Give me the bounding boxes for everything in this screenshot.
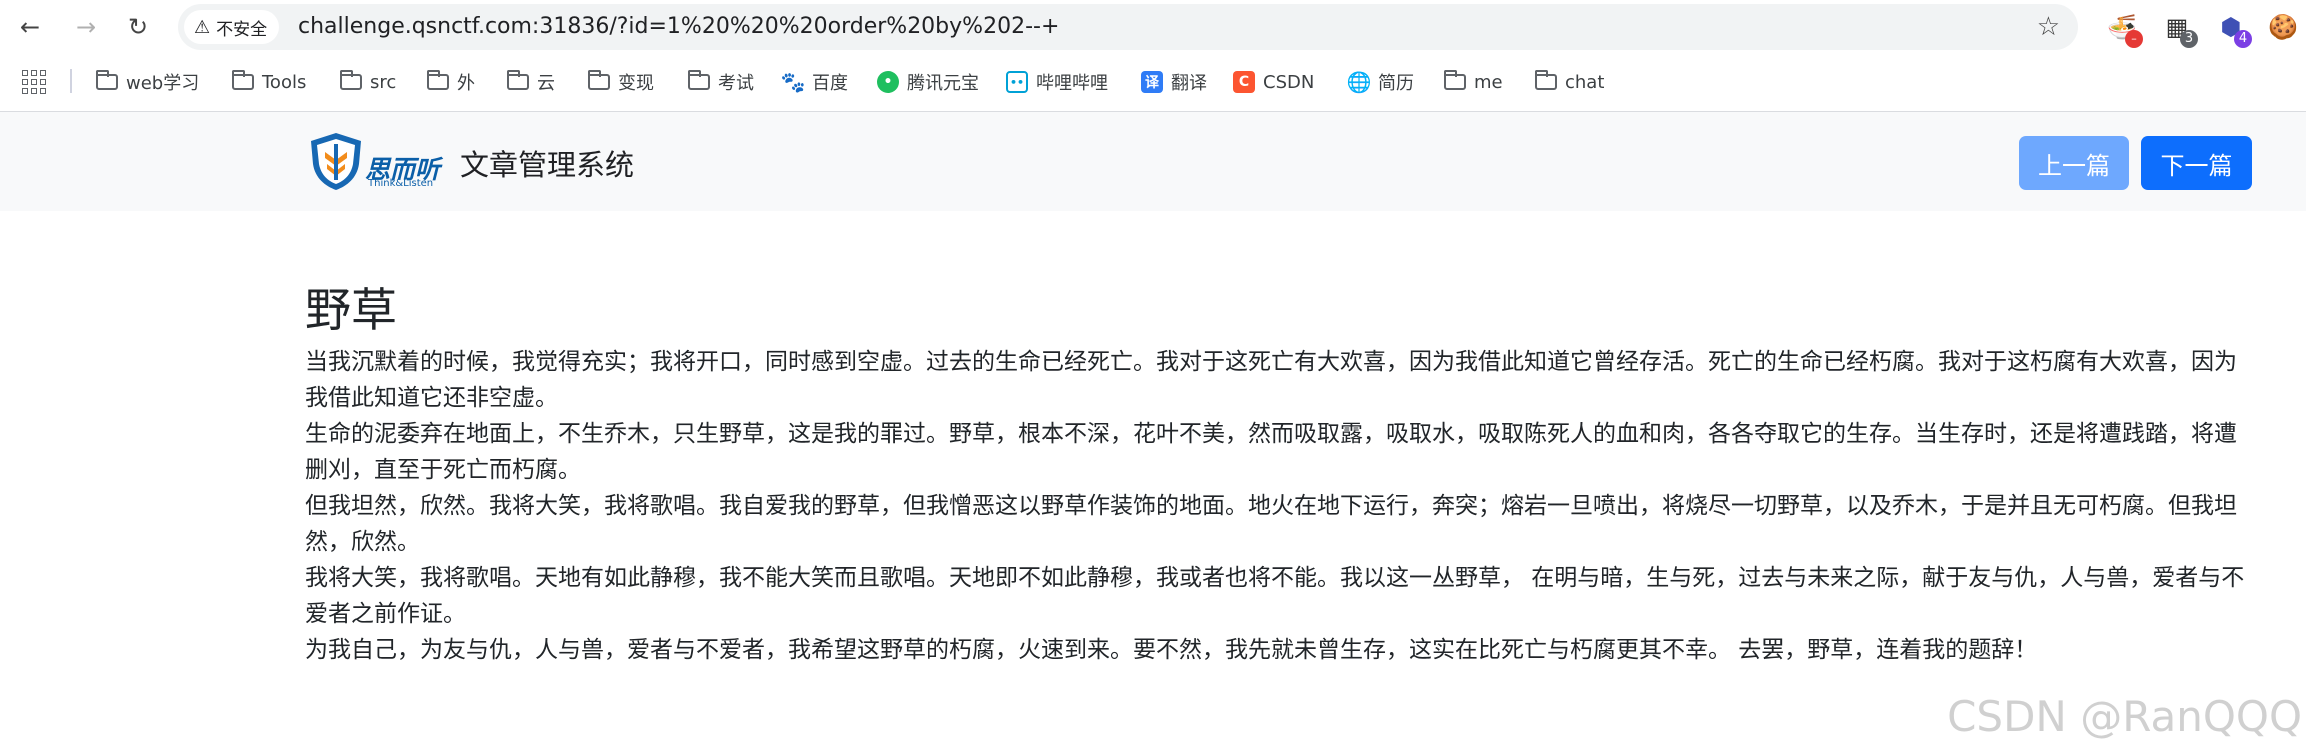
folder-icon bbox=[96, 70, 118, 90]
folder-icon bbox=[507, 70, 529, 90]
article-title: 野草 bbox=[305, 283, 397, 337]
url-text[interactable]: challenge.qsnctf.com:31836/?id=1%20%20%2… bbox=[298, 4, 1059, 50]
bookmark-label: 哔哩哔哩 bbox=[1036, 73, 1108, 94]
back-arrow-icon[interactable]: ← bbox=[12, 9, 48, 45]
folder-icon bbox=[1444, 70, 1466, 90]
article-paragraph: 我将大笑，我将歌唱。天地有如此静穆，我不能大笑而且歌唱。天地即不如此静穆，我或者… bbox=[305, 565, 2245, 627]
bookmark-label: src bbox=[370, 71, 397, 93]
translate-icon: 译 bbox=[1141, 71, 1163, 93]
extension-puzzle-icon[interactable]: ▦ 3 bbox=[2158, 8, 2198, 48]
bookmark-kaoshi[interactable]: 考试 bbox=[688, 67, 754, 97]
bookmark-translate[interactable]: 译翻译 bbox=[1141, 67, 1207, 97]
bookmark-jianli[interactable]: 🌐 简历 bbox=[1346, 67, 1414, 97]
bookmark-wai[interactable]: 外 bbox=[427, 67, 475, 97]
article-paragraph: 但我坦然，欣然。我将大笑，我将歌唱。我自爱我的野草，但我憎恶这以野草作装饰的地面… bbox=[305, 493, 2237, 555]
csdn-watermark: CSDN @RanQQQ bbox=[1947, 692, 2302, 741]
extension-badge: 4 bbox=[2234, 30, 2252, 48]
folder-icon bbox=[688, 70, 710, 90]
bookmark-label: 外 bbox=[457, 73, 475, 94]
article-paragraph: 生命的泥委弃在地面上，不生乔木，只生野草，这是我的罪过。野草，根本不深，花叶不美… bbox=[305, 421, 2237, 483]
bookmark-separator bbox=[70, 69, 72, 93]
bookmark-csdn[interactable]: C CSDN bbox=[1233, 67, 1314, 97]
page-content: 思而听 Think&Listen 文章管理系统 上一篇 下一篇 野草 当我沉默着… bbox=[0, 112, 2306, 751]
yuanbao-icon: • bbox=[877, 71, 899, 93]
bookmark-yun[interactable]: 云 bbox=[507, 67, 555, 97]
warning-icon: ⚠ bbox=[194, 16, 211, 38]
bookmark-chat[interactable]: chat bbox=[1535, 67, 1604, 97]
globe-icon: 🌐 bbox=[1346, 70, 1372, 94]
bookmark-label: web学习 bbox=[126, 73, 200, 94]
extension-cube-icon[interactable]: ⬢ 4 bbox=[2212, 8, 2252, 48]
bookmark-label: chat bbox=[1565, 71, 1605, 93]
bookmark-yuanbao[interactable]: • 腾讯元宝 bbox=[877, 67, 979, 97]
bookmark-me[interactable]: me bbox=[1444, 67, 1503, 97]
next-article-button[interactable]: 下一篇 bbox=[2141, 136, 2252, 190]
browser-chrome: ← → ↻ ⚠ 不安全 challenge.qsnctf.com:31836/?… bbox=[0, 0, 2306, 112]
article-paragraph: 当我沉默着的时候，我觉得充实；我将开口，同时感到空虚。过去的生命已经死亡。我对于… bbox=[305, 349, 2237, 411]
extension-noodle-icon[interactable]: 🍜 – bbox=[2103, 8, 2143, 48]
bookmark-tools[interactable]: Tools bbox=[232, 67, 306, 97]
article: 野草 当我沉默着的时候，我觉得充实；我将开口，同时感到空虚。过去的生命已经死亡。… bbox=[305, 280, 2255, 668]
security-chip[interactable]: ⚠ 不安全 bbox=[184, 10, 280, 44]
article-paragraph: 为我自己，为友与仇，人与兽，爱者与不爱者，我希望这野草的朽腐，火速到来。要不然，… bbox=[305, 637, 2038, 663]
bookmark-star-icon[interactable]: ☆ bbox=[2037, 4, 2060, 50]
logo-subtext: Think&Listen bbox=[368, 178, 434, 189]
baidu-icon: 🐾 bbox=[780, 70, 806, 94]
csdn-icon: C bbox=[1233, 71, 1255, 93]
bookmark-label: CSDN bbox=[1263, 71, 1315, 93]
extension-badge: 3 bbox=[2180, 30, 2198, 48]
bookmark-label: 翻译 bbox=[1171, 73, 1207, 94]
bookmark-web-study[interactable]: web学习 bbox=[96, 67, 199, 97]
forward-arrow-icon[interactable]: → bbox=[68, 9, 104, 45]
bookmark-label: 云 bbox=[537, 73, 555, 94]
bookmark-label: me bbox=[1474, 71, 1503, 93]
apps-grid-icon[interactable] bbox=[22, 70, 46, 94]
address-bar[interactable]: ⚠ 不安全 challenge.qsnctf.com:31836/?id=1%2… bbox=[178, 4, 2078, 50]
bookmark-src[interactable]: src bbox=[340, 67, 396, 97]
site-navbar: 思而听 Think&Listen 文章管理系统 上一篇 下一篇 bbox=[0, 112, 2306, 211]
folder-icon bbox=[588, 70, 610, 90]
extension-cookie-icon[interactable]: 🍪 bbox=[2264, 8, 2302, 46]
folder-icon bbox=[1535, 70, 1557, 90]
security-label: 不安全 bbox=[216, 19, 268, 40]
bookmark-baidu[interactable]: 🐾 百度 bbox=[780, 67, 848, 97]
bookmark-label: 变现 bbox=[618, 73, 654, 94]
bookmark-label: 腾讯元宝 bbox=[907, 73, 979, 94]
folder-icon bbox=[427, 70, 449, 90]
bookmark-bianxian[interactable]: 变现 bbox=[588, 67, 654, 97]
bookmark-bilibili[interactable]: •• 哔哩哔哩 bbox=[1006, 67, 1108, 97]
folder-icon bbox=[232, 70, 254, 90]
bilibili-icon: •• bbox=[1006, 71, 1028, 93]
bookmark-label: 考试 bbox=[718, 73, 754, 94]
folder-icon bbox=[340, 70, 362, 90]
bookmark-label: 简历 bbox=[1378, 73, 1414, 94]
shield-logo-icon[interactable] bbox=[305, 130, 367, 192]
site-title[interactable]: 文章管理系统 bbox=[460, 142, 634, 184]
reload-icon[interactable]: ↻ bbox=[120, 9, 156, 45]
bookmark-label: Tools bbox=[262, 71, 307, 93]
blocked-badge-icon: – bbox=[2125, 30, 2143, 48]
bookmark-label: 百度 bbox=[812, 73, 848, 94]
prev-article-button[interactable]: 上一篇 bbox=[2019, 136, 2129, 190]
